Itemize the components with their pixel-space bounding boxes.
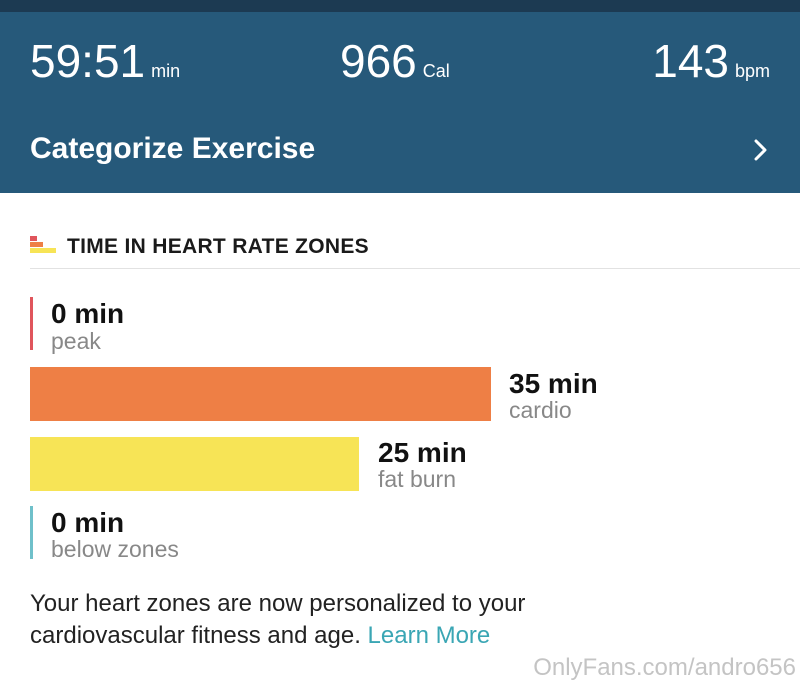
zones-section-header: TIME IN HEART RATE ZONES [30, 234, 369, 258]
section-divider [30, 268, 800, 269]
calories-stat: 966 Cal [340, 38, 450, 84]
duration-stat: 59:51 min [30, 38, 180, 84]
chevron-right-icon [754, 139, 767, 161]
zone-peak-label: peak [51, 328, 101, 354]
categorize-exercise-button[interactable]: Categorize Exercise [0, 110, 800, 190]
heart-rate-unit: bpm [734, 61, 770, 81]
heart-rate-zones-icon [30, 234, 56, 258]
calories-unit: Cal [422, 61, 450, 81]
zone-fat-burn-bar [30, 437, 359, 491]
zone-below-zones-label: below zones [51, 536, 179, 562]
zones-personalized-note: Your heart zones are now personalized to… [30, 588, 670, 652]
workout-detail-screen: 59:51 min 966 Cal 143 bpm Categorize Exe… [0, 0, 800, 689]
heart-rate-value: 143 [652, 35, 729, 87]
status-bar-strip [0, 0, 800, 12]
zone-below-zones-marker [30, 506, 33, 559]
categorize-exercise-label: Categorize Exercise [30, 132, 316, 165]
zone-peak-marker [30, 297, 33, 350]
zone-fat-burn-label: fat burn [378, 466, 456, 492]
learn-more-link[interactable]: Learn More [368, 622, 491, 649]
zone-peak-value: 0 min [51, 298, 125, 329]
calories-value: 966 [340, 35, 417, 87]
workout-summary-header: 59:51 min 966 Cal 143 bpm Categorize Exe… [0, 12, 800, 193]
zone-cardio-value: 35 min [509, 368, 598, 399]
zone-below-zones-value: 0 min [51, 507, 125, 538]
zone-cardio-bar [30, 367, 491, 421]
watermark: OnlyFans.com/andro656 [533, 654, 796, 681]
duration-unit: min [151, 61, 181, 81]
heart-rate-stat: 143 bpm [652, 38, 770, 84]
zone-cardio-label: cardio [509, 397, 572, 423]
zone-fat-burn-value: 25 min [378, 437, 467, 468]
zones-section-title: TIME IN HEART RATE ZONES [67, 234, 369, 258]
duration-value: 59:51 [30, 35, 146, 87]
